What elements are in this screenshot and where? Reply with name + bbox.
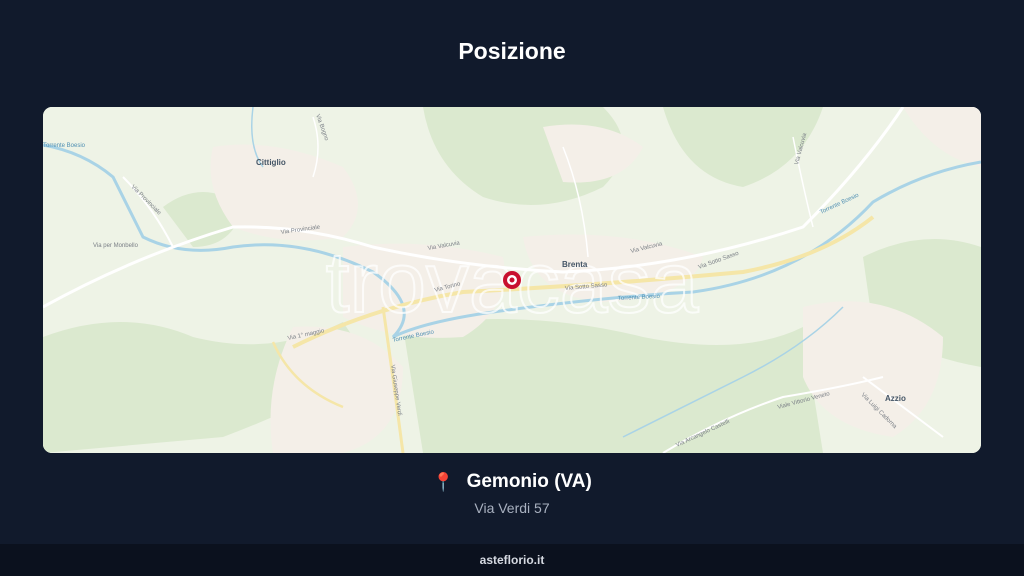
location-map[interactable]: trovacasa Cittiglio Brenta Azzio Via Pro… bbox=[43, 107, 981, 453]
river-label: Torrente Boesio bbox=[43, 143, 86, 149]
location-info: 📍 Gemonio (VA) bbox=[0, 471, 1024, 493]
map-pin-center bbox=[509, 277, 515, 283]
footer-brand[interactable]: asteflorio.it bbox=[480, 553, 545, 567]
map-pin-icon: 📍 bbox=[432, 471, 455, 492]
place-label-brenta: Brenta bbox=[562, 260, 588, 269]
location-city: Gemonio (VA) bbox=[466, 471, 592, 492]
location-address: Via Verdi 57 bbox=[474, 500, 550, 516]
page-title: Posizione bbox=[458, 38, 566, 64]
place-label-cittiglio: Cittiglio bbox=[256, 158, 286, 167]
place-label-azzio: Azzio bbox=[885, 394, 906, 403]
footer: asteflorio.it bbox=[0, 544, 1024, 576]
map-canvas[interactable]: trovacasa Cittiglio Brenta Azzio Via Pro… bbox=[43, 107, 981, 453]
street-label: Via per Monbello bbox=[93, 243, 139, 249]
location-marker[interactable] bbox=[503, 271, 521, 289]
